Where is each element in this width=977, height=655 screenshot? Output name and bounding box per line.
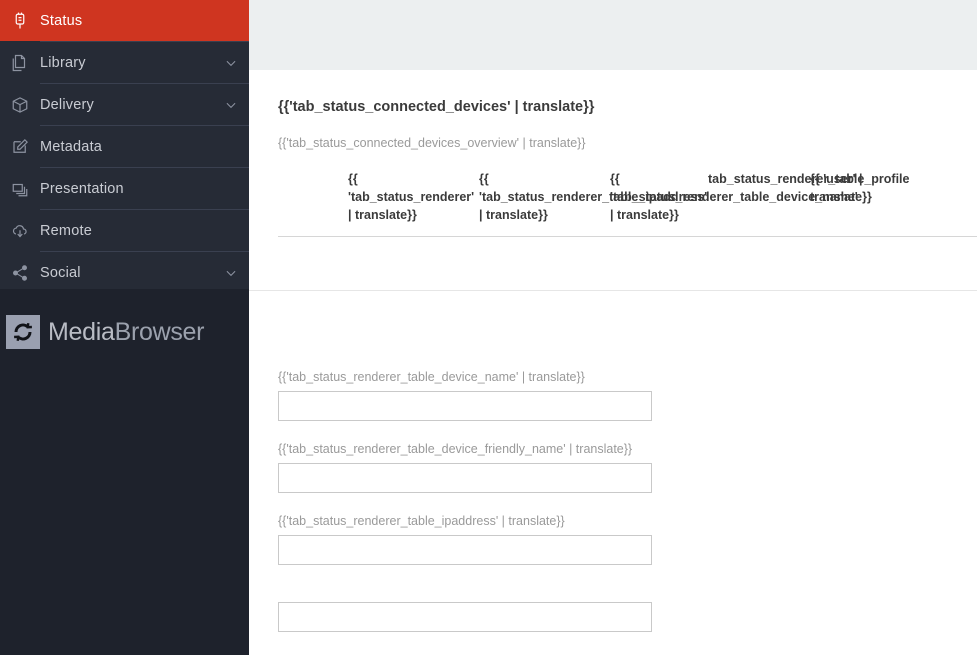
device-friendly-name-input[interactable] xyxy=(278,463,652,493)
sidebar-item-social[interactable]: Social xyxy=(0,252,249,293)
chevron-down-icon[interactable] xyxy=(213,56,249,70)
table-header-user[interactable]: {{ 'user' | translate}} xyxy=(810,170,880,206)
device-name-label: {{'tab_status_renderer_table_device_name… xyxy=(278,370,585,384)
sidebar-item-delivery[interactable]: Delivery xyxy=(0,84,249,125)
sidebar-item-presentation[interactable]: Presentation xyxy=(0,168,249,209)
table-bottom-divider xyxy=(278,236,977,237)
ipaddress-input[interactable] xyxy=(278,535,652,565)
stacked-windows-icon xyxy=(0,180,40,198)
sidebar-item-status[interactable]: Status xyxy=(0,0,249,41)
sidebar-item-label: Status xyxy=(40,13,213,29)
sidebar: Status Library Delivery xyxy=(0,0,249,655)
connected-devices-table-header: {{ 'tab_status_renderer' | translate}} {… xyxy=(278,170,977,237)
sidebar-item-metadata[interactable]: Metadata xyxy=(0,126,249,167)
page-subtitle: {{'tab_status_connected_devices_overview… xyxy=(278,136,586,150)
device-friendly-name-label: {{'tab_status_renderer_table_device_frie… xyxy=(278,442,632,456)
ipaddress-label: {{'tab_status_renderer_table_ipaddress' … xyxy=(278,514,565,528)
top-bar xyxy=(249,0,977,70)
chevron-down-icon[interactable] xyxy=(213,266,249,280)
section-divider xyxy=(249,290,977,291)
sidebar-item-label: Metadata xyxy=(40,139,213,155)
sidebar-item-remote[interactable]: Remote xyxy=(0,210,249,251)
page-title: {{'tab_status_connected_devices' | trans… xyxy=(278,99,594,115)
share-nodes-icon xyxy=(0,264,40,282)
sidebar-item-label: Delivery xyxy=(40,97,213,113)
logo-text-light: Media xyxy=(48,318,115,346)
pencil-square-icon xyxy=(0,138,40,156)
table-header-ipaddress[interactable]: {{ 'tab_status_renderer_table_ipaddress'… xyxy=(479,170,587,224)
sidebar-item-label: Remote xyxy=(40,223,213,239)
sidebar-item-library[interactable]: Library xyxy=(0,42,249,83)
logo-text-bold: Browser xyxy=(115,318,205,346)
app-logo[interactable]: MediaBrowser xyxy=(6,315,204,349)
documents-icon xyxy=(0,54,40,72)
main-content: {{'tab_status_connected_devices' | trans… xyxy=(249,70,977,655)
sidebar-footer: MediaBrowser xyxy=(0,289,249,655)
app-logo-text: MediaBrowser xyxy=(48,318,204,347)
table-header-renderer[interactable]: {{ 'tab_status_renderer' | translate}} xyxy=(348,170,456,224)
sidebar-item-label: Social xyxy=(40,265,213,281)
power-plug-icon xyxy=(0,12,40,30)
package-box-icon xyxy=(0,96,40,114)
sidebar-item-label: Library xyxy=(40,55,213,71)
chevron-down-icon[interactable] xyxy=(213,98,249,112)
refresh-circle-icon xyxy=(6,315,40,349)
sidebar-item-label: Presentation xyxy=(40,181,213,197)
table-header-device-name[interactable]: {{ 'tab_status_renderer_table_device_nam… xyxy=(610,170,718,224)
cloud-download-icon xyxy=(0,222,40,240)
device-name-input[interactable] xyxy=(278,391,652,421)
unlabeled-input[interactable] xyxy=(278,602,652,632)
